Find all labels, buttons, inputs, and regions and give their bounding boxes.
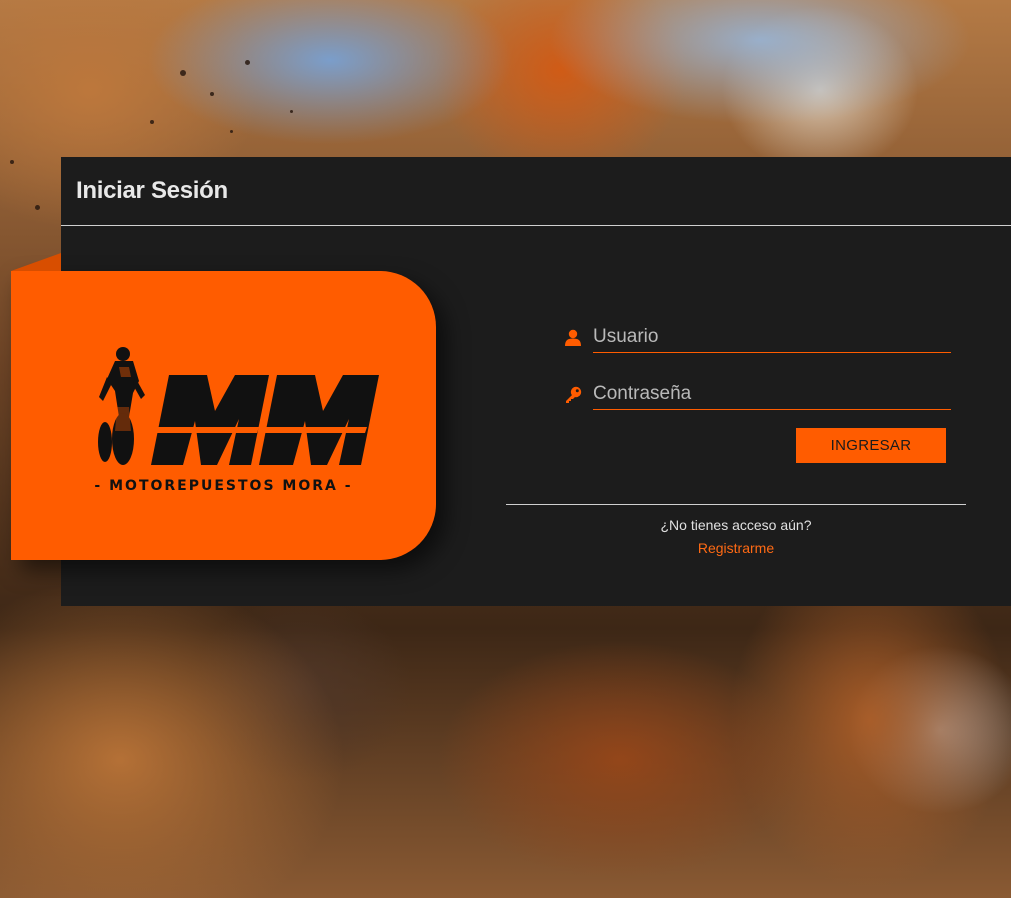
password-field [564,379,951,410]
brand-tagline: - MOTOREPUESTOS MORA - [94,478,353,494]
password-input[interactable] [593,382,951,405]
page-title: Iniciar Sesión [76,177,228,204]
motorcycle-rider-icon [98,347,145,465]
brand-logo-card: - MOTOREPUESTOS MORA - [11,271,436,560]
key-icon [564,384,582,404]
user-icon [564,327,582,347]
no-access-text: ¿No tienes acceso aún? [660,517,812,533]
divider [506,504,966,505]
login-header: Iniciar Sesión [61,157,1011,226]
login-button[interactable]: INGRESAR [796,428,946,463]
brand-monogram-logo [151,375,379,465]
username-input[interactable] [593,325,951,348]
register-link[interactable]: Registrarme [506,540,966,556]
username-field [564,322,951,353]
